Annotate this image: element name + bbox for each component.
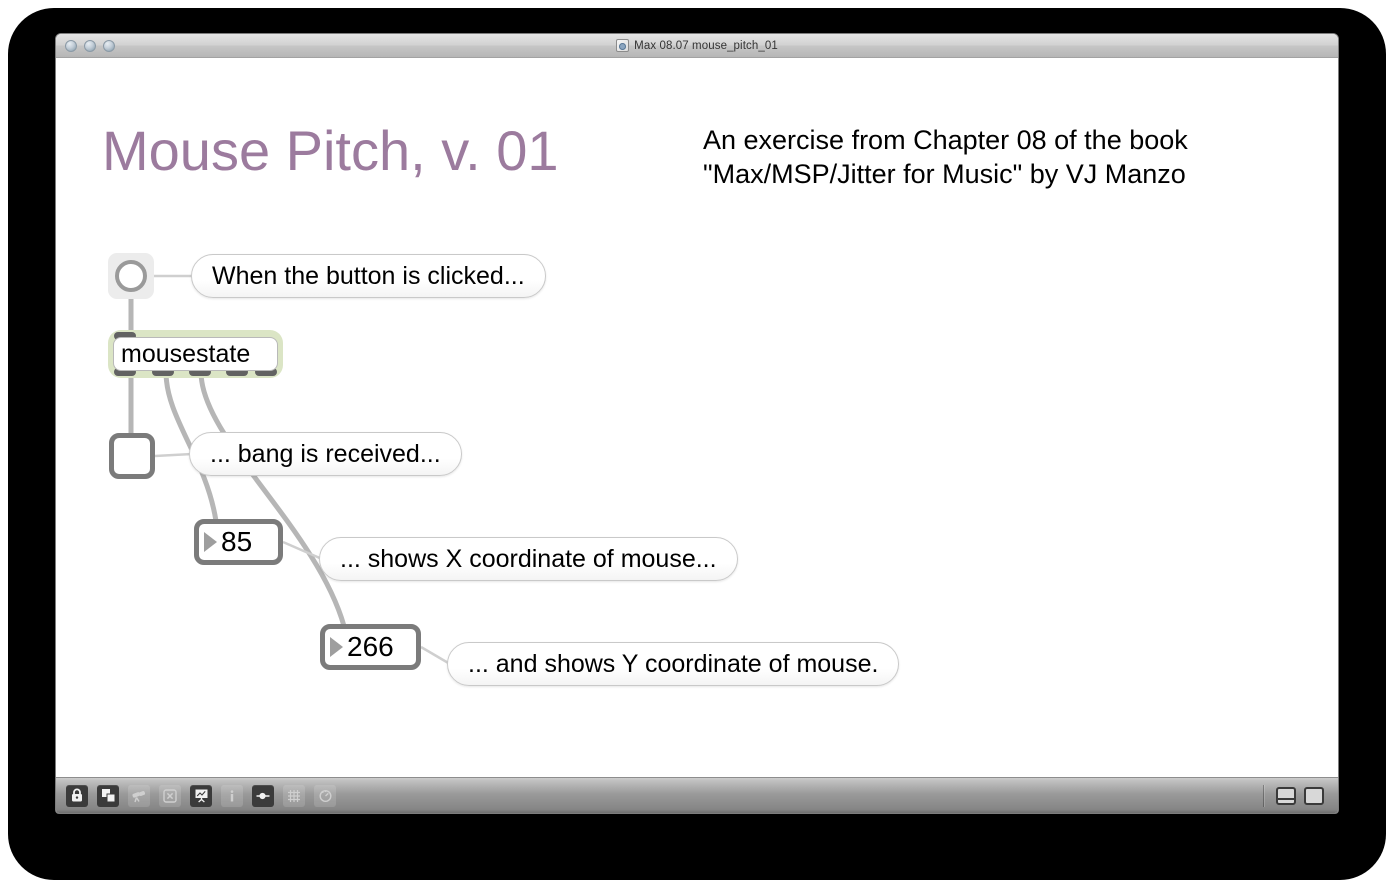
- link-toggle-to-comment: [154, 452, 193, 458]
- number-box-x[interactable]: 85: [194, 519, 283, 565]
- window-title: Max 08.07 mouse_pitch_01: [634, 39, 778, 52]
- max-document-icon: [616, 39, 630, 52]
- telescope-icon[interactable]: [128, 784, 150, 807]
- new-object-icon[interactable]: [97, 784, 119, 807]
- toolbar-separator: [1263, 784, 1264, 807]
- split-view-button[interactable]: [1276, 786, 1296, 805]
- number-box-x-value: 85: [221, 526, 253, 557]
- patcher-toolbar: [56, 777, 1338, 813]
- link-numbery-to-comment: [420, 645, 451, 666]
- max-patcher-window: Max 08.07 mouse_pitch_01 Mouse Pitch, v.…: [55, 33, 1339, 814]
- bang-button[interactable]: [108, 253, 154, 299]
- clear-icon[interactable]: [159, 784, 181, 807]
- mousestate-object[interactable]: mousestate: [108, 330, 283, 378]
- comment-x-coordinate[interactable]: ... shows X coordinate of mouse...: [319, 537, 738, 581]
- comment-bang-clicked[interactable]: When the button is clicked...: [191, 254, 546, 298]
- debug-icon[interactable]: [314, 784, 336, 807]
- zoom-button[interactable]: [103, 39, 115, 52]
- comment-text: ... bang is received...: [210, 439, 441, 468]
- mousestate-label: mousestate: [121, 339, 251, 368]
- number-box-triangle-icon: [204, 532, 217, 552]
- toolbar-button-group: [66, 784, 336, 807]
- inspector-icon[interactable]: [252, 784, 274, 807]
- comment-text: ... shows X coordinate of mouse...: [340, 544, 717, 573]
- number-box-y[interactable]: 266: [320, 624, 421, 670]
- comment-text: ... and shows Y coordinate of mouse.: [468, 649, 879, 678]
- grid-icon[interactable]: [283, 784, 305, 807]
- patch-subtitle: An exercise from Chapter 08 of the book …: [703, 123, 1188, 191]
- lock-icon[interactable]: [66, 784, 88, 807]
- window-titlebar[interactable]: Max 08.07 mouse_pitch_01: [56, 34, 1338, 58]
- window-controls: [65, 39, 115, 52]
- number-box-y-value: 266: [347, 631, 394, 662]
- cord-outlet3-to-numbery: [198, 369, 347, 629]
- number-box-triangle-icon: [330, 637, 343, 657]
- toolbar-view-group: [1263, 784, 1328, 807]
- full-view-button[interactable]: [1304, 786, 1324, 805]
- comment-bang-received[interactable]: ... bang is received...: [189, 432, 462, 476]
- minimize-button[interactable]: [84, 39, 96, 52]
- patcher-canvas[interactable]: Mouse Pitch, v. 01 An exercise from Chap…: [56, 58, 1338, 777]
- toggle-object[interactable]: [109, 433, 155, 479]
- close-button[interactable]: [65, 39, 77, 52]
- mousestate-body: mousestate: [113, 337, 278, 371]
- link-numberx-to-comment: [282, 540, 323, 561]
- comment-y-coordinate[interactable]: ... and shows Y coordinate of mouse.: [447, 642, 900, 686]
- window-title-group: Max 08.07 mouse_pitch_01: [56, 39, 1338, 52]
- presentation-icon[interactable]: [190, 784, 212, 807]
- patch-subtitle-line-1: An exercise from Chapter 08 of the book: [703, 125, 1188, 155]
- page-title: Mouse Pitch, v. 01: [102, 119, 559, 182]
- info-icon[interactable]: [221, 784, 243, 807]
- patch-subtitle-line-2: "Max/MSP/Jitter for Music" by VJ Manzo: [703, 159, 1186, 189]
- comment-text: When the button is clicked...: [212, 261, 525, 290]
- bang-ring-icon: [115, 260, 147, 292]
